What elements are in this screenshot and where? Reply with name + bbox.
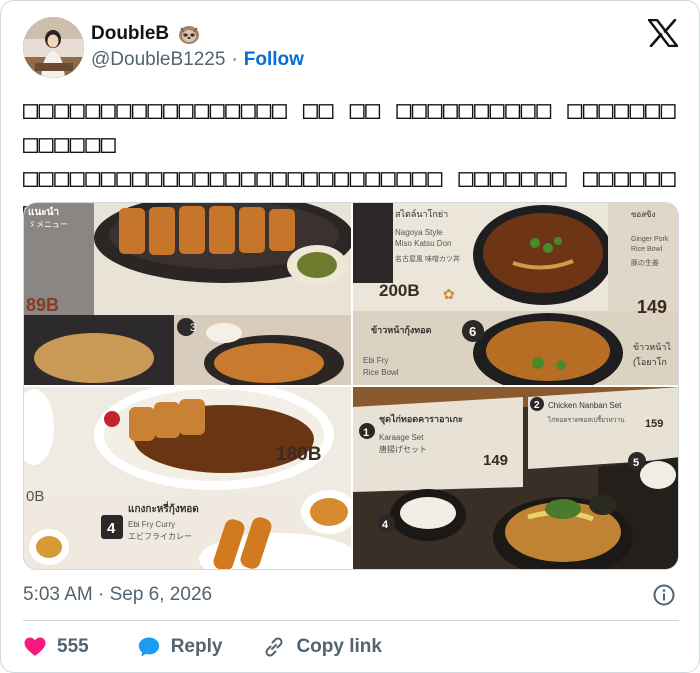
speech-bubble-icon	[138, 637, 159, 657]
nanban-en-name: Chicken Nanban Set	[548, 401, 622, 410]
heart-icon	[24, 637, 46, 656]
curry-jp-name: エビフライカレー	[128, 532, 192, 541]
item-number-3: 3	[190, 322, 196, 334]
karaage-thai-name: ชุดไก่ทอดคาราอาเกะ	[379, 413, 463, 425]
karaage-en-name: Karaage Set	[379, 433, 424, 442]
like-button[interactable]: 555	[23, 635, 89, 659]
info-icon[interactable]	[653, 584, 675, 606]
right-en-name-2: Rice Bowl	[631, 246, 663, 253]
tweet-timestamp[interactable]: 5:03 AM · Sep 6, 2026	[23, 584, 212, 606]
right-jp-name: 豚の生姜	[631, 258, 659, 267]
curry-price: 180B	[276, 444, 321, 465]
copy-link-label: Copy link	[296, 636, 382, 657]
karaage-number: 1	[363, 427, 369, 439]
author-handle-row: @DoubleB1225 · Follow	[91, 49, 304, 71]
dish-jp-name: 名古屋風 味噌カツ丼	[395, 254, 460, 263]
author-name-row: DoubleB	[91, 23, 201, 45]
menu-photo-tonkatsu[interactable]: 3 แนะนำ ゞメニュー 89B	[24, 203, 351, 385]
item4-number: 4	[382, 519, 389, 531]
menu-sub-text: ゞメニュー	[28, 220, 68, 229]
x-logo-icon[interactable]	[647, 18, 679, 48]
author-display-name[interactable]: DoubleB	[91, 23, 169, 45]
right-price: 149	[637, 297, 667, 317]
right-thai-name-2: ข้าวหน้าไ	[633, 342, 671, 352]
right-thai-name: ซอสขิง	[631, 210, 656, 219]
flower-icon: ✿	[443, 286, 455, 302]
menu-price-partial: 89B	[26, 295, 59, 315]
karaage-price: 149	[483, 452, 508, 469]
dish-en-name-2: Miso Katsu Don	[395, 239, 451, 248]
sloth-emoji-icon	[177, 23, 201, 45]
nanban-number: 2	[534, 400, 540, 411]
dish-thai-name: สไตล์นาโกย่า	[395, 208, 448, 219]
item6-thai-name: ข้าวหน้ากุ้งทอด	[371, 325, 432, 336]
item5-number: 5	[633, 457, 639, 469]
menu-photo-katsu-curry[interactable]: 4 180B แกงกะหรี่กุ้งทอด Ebi Fry Curry エビ…	[24, 387, 351, 569]
item6-en-name-2: Rice Bowl	[363, 368, 399, 377]
nanban-price: 159	[645, 418, 663, 430]
menu-photo-karaage-set[interactable]: 1 ชุดไก่ทอดคาราอาเกะ Karaage Set 唐揚げセット …	[353, 387, 678, 569]
right-en-name-1: Ginger Pork	[631, 236, 669, 243]
divider	[23, 620, 679, 621]
dish-price: 200B	[379, 281, 420, 300]
tweet-card: DoubleB @DoubleB1225 · Follow □□□□□□□□□□…	[0, 0, 700, 673]
follow-button[interactable]: Follow	[244, 49, 304, 71]
avatar[interactable]	[23, 17, 84, 78]
item-number-4: 4	[107, 520, 116, 537]
handle-separator: ·	[231, 49, 238, 70]
curry-en-name: Ebi Fry Curry	[128, 520, 175, 529]
right-thai-name-3: (โอยาโก	[633, 357, 667, 367]
menu-header-text: แนะนำ	[28, 206, 59, 218]
media-grid[interactable]: 3 แนะนำ ゞメニュー 89B 6 สไตล์นาโกย่า Nagoya …	[23, 202, 679, 570]
item-number-6: 6	[469, 324, 476, 339]
karaage-jp-name: 唐揚げセット	[379, 444, 427, 454]
left-price-partial: 0B	[26, 488, 44, 505]
action-bar: 555 Reply Copy link	[23, 633, 382, 661]
item6-en-name-1: Ebi Fry	[363, 356, 388, 365]
nanban-thai-name: ไก่ทอดราดซอสเปรี้ยวหวาน	[547, 415, 625, 424]
reply-button[interactable]: Reply	[137, 635, 223, 659]
copy-link-button[interactable]: Copy link	[262, 635, 382, 659]
author-handle[interactable]: @DoubleB1225	[91, 49, 225, 71]
link-icon	[265, 637, 283, 657]
dish-en-name-1: Nagoya Style	[395, 228, 443, 237]
curry-thai-name: แกงกะหรี่กุ้งทอด	[128, 501, 199, 515]
like-count: 555	[57, 636, 89, 657]
reply-label: Reply	[170, 636, 223, 657]
menu-photo-miso-katsu-don[interactable]: 6 สไตล์นาโกย่า Nagoya Style Miso Katsu D…	[353, 203, 678, 385]
